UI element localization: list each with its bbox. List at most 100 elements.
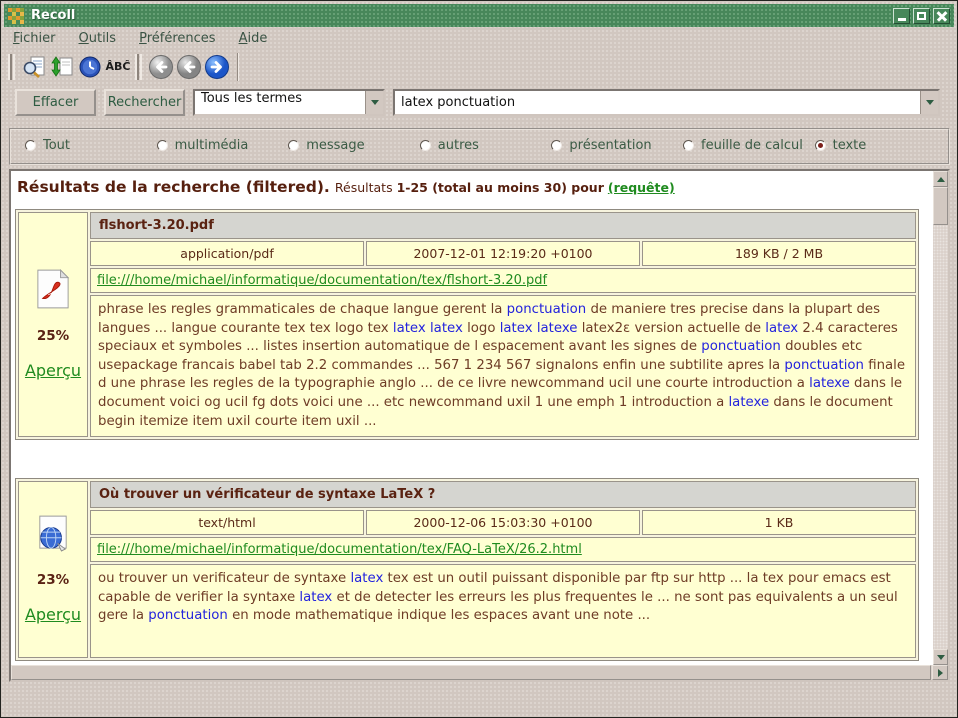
snippet-text: en mode mathematique indique les espaces… (228, 608, 650, 623)
vertical-scrollbar (933, 171, 948, 665)
result-side-panel: 25% Aperçu (18, 212, 88, 437)
filter-label: texte (833, 138, 867, 153)
filter-radio-presentation[interactable]: présentation (551, 138, 651, 153)
prev-page-icon (176, 54, 202, 80)
vertical-scrollbar-thumb[interactable] (933, 187, 948, 225)
filter-radio-multimedia[interactable]: multimédia (157, 138, 249, 153)
filter-radio-message[interactable]: message (288, 138, 364, 153)
result-date: 2007-12-01 12:19:20 +0100 (366, 241, 640, 266)
search-mode-combobox[interactable]: Tous les termes (193, 89, 385, 116)
query-link[interactable]: (requête) (608, 180, 675, 195)
radio-icon (815, 140, 826, 151)
filter-radio-autres[interactable]: autres (420, 138, 479, 153)
doc-type-icon-wrap (37, 515, 69, 557)
preview-link[interactable]: Aperçu (25, 361, 81, 380)
spellcheck-icon: ÂBĈ (106, 60, 131, 73)
radio-icon (157, 140, 168, 151)
radio-icon (420, 140, 431, 151)
prev-page-button[interactable] (175, 53, 203, 81)
history-button[interactable] (76, 53, 104, 81)
document-arrows-icon (50, 55, 74, 79)
next-page-button[interactable] (203, 53, 231, 81)
menu-fichier[interactable]: Fichier (13, 31, 56, 46)
result-size: 189 KB / 2 MB (642, 241, 916, 266)
minimize-button[interactable] (893, 8, 910, 24)
toolbar-separator (237, 53, 239, 81)
result-entry: 25% Aperçu flshort-3.20.pdf application/… (15, 209, 919, 440)
tool-bar: ÂBĈ (5, 50, 239, 83)
radio-icon (551, 140, 562, 151)
highlighted-term: latex (765, 321, 798, 336)
pdf-icon (36, 269, 70, 309)
highlighted-term: ponctuation (148, 608, 228, 623)
toolbar-handle[interactable] (8, 54, 15, 80)
result-title: Où trouver un vérificateur de syntaxe La… (90, 481, 916, 508)
html-icon (37, 515, 69, 553)
close-button[interactable] (933, 8, 950, 24)
maximize-button[interactable] (913, 8, 930, 24)
chevron-down-icon (371, 100, 379, 105)
menu-aide[interactable]: Aide (239, 31, 268, 46)
result-mime-type: application/pdf (90, 241, 364, 266)
menu-outils[interactable]: Outils (79, 31, 117, 46)
window-title: Recoll (31, 8, 75, 23)
horizontal-scrollbar-thumb[interactable] (11, 665, 931, 680)
radio-icon (25, 140, 36, 151)
scroll-right-button[interactable] (932, 665, 948, 680)
update-index-button[interactable] (48, 53, 76, 81)
search-button[interactable]: Rechercher (104, 89, 185, 116)
snippet-text: ou trouver un verificateur de syntaxe (98, 571, 350, 586)
category-filter-frame: Tout multimédia message autres présentation f… (9, 128, 950, 165)
result-url-link[interactable]: file:///home/michael/informatique/docume… (97, 273, 547, 288)
radio-icon (683, 140, 694, 151)
result-size: 1 KB (642, 510, 916, 535)
results-range: 1-25 (total au moins 30) pour (397, 180, 604, 195)
term-explorer-button[interactable]: ÂBĈ (104, 53, 132, 81)
filter-radio-tout[interactable]: Tout (25, 138, 70, 153)
result-mime-type: text/html (90, 510, 364, 535)
result-snippet: ou trouver un verificateur de syntaxe la… (90, 564, 916, 658)
search-mode-dropdown-button[interactable] (365, 91, 383, 114)
search-row: Effacer Rechercher Tous les termes (15, 89, 940, 116)
query-dropdown-button[interactable] (920, 91, 938, 114)
maximize-icon (917, 12, 926, 20)
highlighted-term: latex (299, 590, 332, 605)
highlighted-term: ponctuation (507, 302, 587, 317)
filter-label: feuille de calcul (701, 138, 803, 153)
results-title: Résultats de la recherche (filtered). (17, 178, 330, 196)
horizontal-scrollbar (11, 665, 948, 680)
results-list: Résultats de la recherche (filtered). Ré… (11, 171, 933, 665)
query-input[interactable] (395, 91, 920, 114)
filter-label: multimédia (175, 138, 249, 153)
preview-link[interactable]: Aperçu (25, 605, 81, 624)
toolbar-handle[interactable] (135, 54, 142, 80)
title-bar[interactable]: Recoll (4, 4, 954, 27)
scroll-down-button[interactable] (933, 649, 948, 665)
first-page-icon (148, 54, 174, 80)
relevance-percent: 25% (37, 328, 69, 344)
result-snippet: phrase les regles grammaticales de chaqu… (90, 295, 916, 437)
results-header: Résultats de la recherche (filtered). Ré… (17, 177, 931, 196)
filter-radio-feuille-de-calcul[interactable]: feuille de calcul (683, 138, 803, 153)
minimize-icon (898, 18, 906, 21)
clear-button[interactable]: Effacer (15, 89, 96, 116)
first-page-button[interactable] (147, 53, 175, 81)
scroll-up-button[interactable] (933, 171, 948, 187)
recoll-window: Recoll Fichier Outils Préférences Aide (0, 0, 958, 718)
highlighted-term: latexe (728, 395, 769, 410)
snippet-text: latex2ε version actuelle de (577, 321, 765, 336)
menu-preferences[interactable]: Préférences (139, 31, 215, 46)
highlighted-term: latex latex (393, 321, 463, 336)
next-page-icon (204, 54, 230, 80)
snippet-text: logo (463, 321, 500, 336)
filter-label: Tout (43, 138, 70, 153)
filter-label: autres (438, 138, 479, 153)
highlighted-term: ponctuation (701, 339, 781, 354)
filter-label: message (306, 138, 364, 153)
highlighted-term: ponctuation (784, 358, 864, 373)
filter-radio-texte[interactable]: texte (815, 138, 867, 153)
preview-button[interactable] (20, 53, 48, 81)
query-combobox (393, 89, 940, 116)
result-url-link[interactable]: file:///home/michael/informatique/docume… (97, 542, 582, 557)
search-mode-value: Tous les termes (195, 91, 365, 114)
